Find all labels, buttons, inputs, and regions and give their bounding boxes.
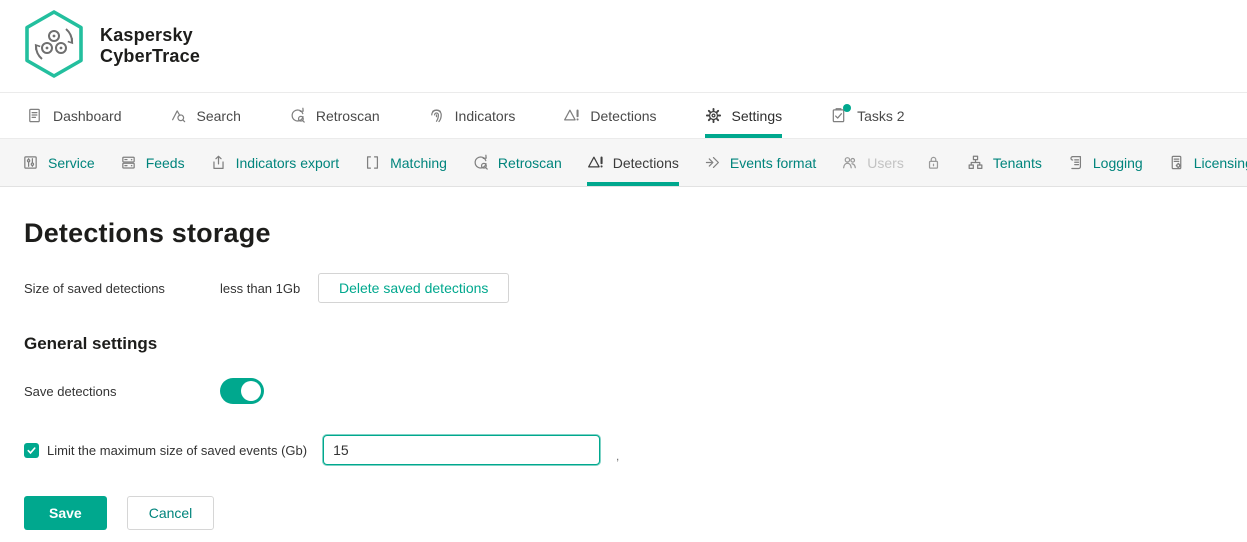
limit-size-input[interactable] bbox=[323, 435, 600, 465]
checkmark-icon bbox=[26, 445, 37, 456]
nav-search[interactable]: Search bbox=[170, 93, 241, 138]
dashboard-icon bbox=[26, 107, 43, 124]
save-button[interactable]: Save bbox=[24, 496, 107, 530]
nav-tasks-label: Tasks 2 bbox=[857, 108, 904, 124]
save-detections-label: Save detections bbox=[24, 384, 220, 399]
storage-size-row: Size of saved detections less than 1Gb D… bbox=[24, 273, 1223, 303]
app-header: Kaspersky CyberTrace bbox=[0, 0, 1247, 93]
limit-size-checkbox[interactable] bbox=[24, 443, 39, 458]
feeds-icon bbox=[120, 154, 137, 171]
subnav-retroscan[interactable]: Retroscan bbox=[472, 139, 562, 186]
subnav-service-label: Service bbox=[48, 155, 95, 171]
subnav-licensing[interactable]: Licensing bbox=[1168, 139, 1247, 186]
tenants-icon bbox=[967, 154, 984, 171]
nav-settings[interactable]: Settings bbox=[705, 93, 783, 138]
brand-name: Kaspersky CyberTrace bbox=[100, 25, 200, 67]
tasks-clipboard-icon bbox=[830, 107, 847, 124]
subnav-licensing-label: Licensing bbox=[1194, 155, 1247, 171]
save-detections-row: Save detections bbox=[24, 378, 1223, 404]
logging-scroll-icon bbox=[1067, 154, 1084, 171]
gear-icon bbox=[705, 107, 722, 124]
nav-tasks[interactable]: Tasks 2 bbox=[830, 93, 904, 138]
retroscan-icon bbox=[289, 107, 306, 124]
nav-retroscan-label: Retroscan bbox=[316, 108, 380, 124]
page-title: Detections storage bbox=[24, 218, 1223, 249]
general-settings-heading: General settings bbox=[24, 334, 1223, 354]
subnav-indicators-export[interactable]: Indicators export bbox=[210, 139, 340, 186]
subnav-users-label: Users bbox=[867, 155, 904, 171]
subnav-events-format-label: Events format bbox=[730, 155, 816, 171]
subnav-events-format[interactable]: Events format bbox=[704, 139, 816, 186]
subnav-users: Users bbox=[841, 139, 942, 186]
lock-icon bbox=[925, 154, 942, 171]
alert-triangle-icon bbox=[563, 107, 580, 124]
limit-size-row: Limit the maximum size of saved events (… bbox=[24, 435, 1223, 465]
subnav-feeds[interactable]: Feeds bbox=[120, 139, 185, 186]
nav-indicators[interactable]: Indicators bbox=[428, 93, 516, 138]
users-icon bbox=[841, 154, 858, 171]
delete-saved-detections-button[interactable]: Delete saved detections bbox=[318, 273, 509, 303]
subnav-matching[interactable]: Matching bbox=[364, 139, 447, 186]
subnav-matching-label: Matching bbox=[390, 155, 447, 171]
detections-storage-page: Detections storage Size of saved detecti… bbox=[0, 218, 1247, 530]
nav-search-label: Search bbox=[197, 108, 241, 124]
tasks-notification-dot bbox=[843, 104, 851, 112]
subnav-feeds-label: Feeds bbox=[146, 155, 185, 171]
subnav-detections-label: Detections bbox=[613, 155, 679, 171]
after-input-mark: , bbox=[616, 451, 619, 465]
double-chevron-icon bbox=[704, 154, 721, 171]
toggle-knob bbox=[241, 381, 261, 401]
nav-dashboard[interactable]: Dashboard bbox=[26, 93, 122, 138]
nav-settings-label: Settings bbox=[732, 108, 783, 124]
subnav-retroscan-label: Retroscan bbox=[498, 155, 562, 171]
subnav-indicators-export-label: Indicators export bbox=[236, 155, 340, 171]
licensing-doc-icon bbox=[1168, 154, 1185, 171]
cancel-button[interactable]: Cancel bbox=[127, 496, 215, 530]
nav-retroscan[interactable]: Retroscan bbox=[289, 93, 380, 138]
brackets-icon bbox=[364, 154, 381, 171]
nav-dashboard-label: Dashboard bbox=[53, 108, 122, 124]
alert-triangle-icon bbox=[587, 154, 604, 171]
subnav-service[interactable]: Service bbox=[22, 139, 95, 186]
nav-indicators-label: Indicators bbox=[455, 108, 516, 124]
nav-detections-label: Detections bbox=[590, 108, 656, 124]
limit-size-label: Limit the maximum size of saved events (… bbox=[47, 443, 307, 458]
app-logo[interactable]: Kaspersky CyberTrace bbox=[22, 9, 200, 84]
storage-size-label: Size of saved detections bbox=[24, 281, 220, 296]
form-actions: Save Cancel bbox=[24, 496, 1223, 530]
nav-detections[interactable]: Detections bbox=[563, 93, 656, 138]
subnav-tenants-label: Tenants bbox=[993, 155, 1042, 171]
subnav-logging-label: Logging bbox=[1093, 155, 1143, 171]
subnav-detections[interactable]: Detections bbox=[587, 139, 679, 186]
save-detections-toggle[interactable] bbox=[220, 378, 264, 404]
subnav-logging[interactable]: Logging bbox=[1067, 139, 1143, 186]
subnav-tenants[interactable]: Tenants bbox=[967, 139, 1042, 186]
search-icon bbox=[170, 107, 187, 124]
fingerprint-icon bbox=[428, 107, 445, 124]
settings-sub-navigation: Service Feeds Indicators export Matching… bbox=[0, 139, 1247, 187]
sliders-icon bbox=[22, 154, 39, 171]
retroscan-icon bbox=[472, 154, 489, 171]
kaspersky-hexagon-gears-icon bbox=[22, 9, 86, 84]
main-navigation: Dashboard Search Retroscan Indicators De… bbox=[0, 93, 1247, 139]
export-icon bbox=[210, 154, 227, 171]
storage-size-value: less than 1Gb bbox=[220, 281, 318, 296]
